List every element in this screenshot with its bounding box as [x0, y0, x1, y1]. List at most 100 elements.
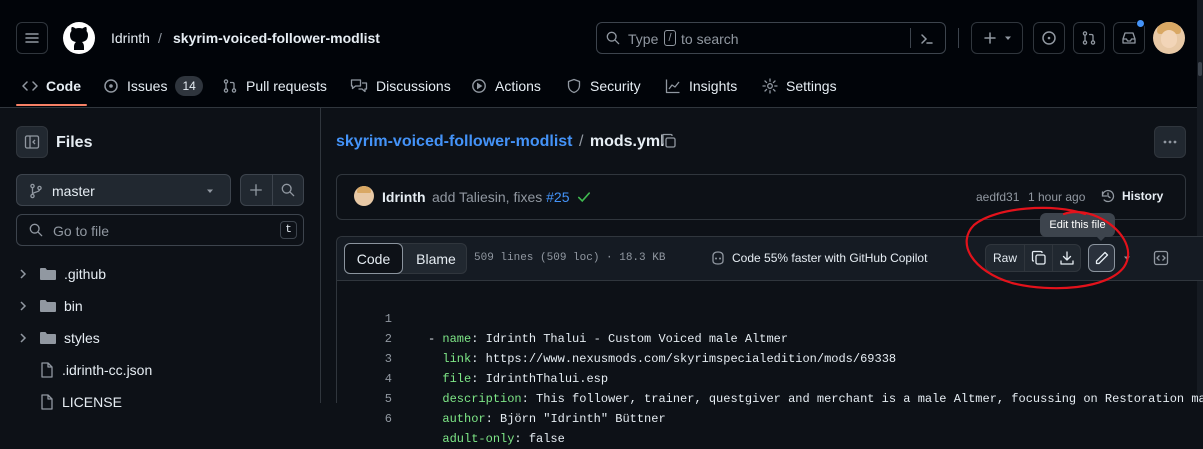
add-file-button[interactable] — [240, 174, 272, 206]
chevron-right-icon — [20, 269, 27, 279]
tab-security[interactable]: Security — [566, 66, 641, 106]
commit-sha[interactable]: aedfd31 — [976, 190, 1019, 204]
folder-icon — [40, 300, 56, 312]
yaml-key: author — [442, 412, 486, 426]
tab-discussions-label: Discussions — [376, 78, 451, 94]
check-icon[interactable] — [577, 190, 591, 204]
tree-item-license[interactable]: LICENSE — [16, 386, 122, 418]
plus-icon — [984, 32, 996, 44]
plus-icon — [250, 184, 262, 196]
yaml-value: Björn "Idrinth" Büttner — [492, 412, 666, 426]
search-files-button[interactable] — [272, 174, 304, 206]
symbols-panel-button[interactable] — [1146, 244, 1176, 272]
kebab-horizontal-icon — [1163, 140, 1177, 144]
tab-actions-label: Actions — [495, 78, 541, 94]
commit-issue-link[interactable]: #25 — [546, 189, 569, 205]
search-icon — [29, 223, 43, 237]
avatar[interactable] — [1153, 22, 1185, 54]
copilot-icon — [712, 251, 724, 265]
tab-insights[interactable]: Insights — [665, 66, 737, 106]
code-line: 4 description: This follower, trainer, q… — [336, 349, 1203, 406]
tab-issues[interactable]: Issues 14 — [103, 66, 203, 106]
branch-name: master — [52, 183, 95, 199]
menu-button[interactable] — [16, 22, 48, 54]
tree-item-idrinth-cc-json[interactable]: .idrinth-cc.json — [16, 354, 152, 386]
gear-icon — [762, 78, 778, 94]
breadcrumb-owner[interactable]: Idrinth — [111, 30, 150, 46]
branch-selector[interactable]: master — [16, 174, 231, 206]
go-to-file-shortcut: t — [280, 221, 297, 239]
collapse-sidebar-button[interactable] — [16, 126, 48, 158]
github-logo-icon[interactable] — [63, 22, 95, 54]
git-pull-request-icon — [1082, 31, 1096, 45]
git-branch-icon — [30, 183, 42, 199]
tree-item-label: styles — [64, 330, 100, 346]
inbox-icon — [1122, 32, 1136, 44]
issue-opened-icon — [1042, 31, 1056, 45]
file-stats: 509 lines (509 loc) · 18.3 KB — [474, 252, 666, 264]
commit-author[interactable]: Idrinth — [382, 189, 426, 205]
issues-count-badge: 14 — [175, 76, 203, 96]
commit-author-avatar[interactable] — [354, 186, 374, 206]
annotation-circle — [965, 206, 1130, 290]
history-label: History — [1122, 189, 1164, 203]
tab-blame-view[interactable]: Blame — [405, 243, 467, 274]
tab-discussions[interactable]: Discussions — [350, 66, 451, 106]
breadcrumb-repo-link[interactable]: skyrim-voiced-follower-modlist — [336, 133, 573, 150]
file-breadcrumb: skyrim-voiced-follower-modlist / mods.ym… — [336, 133, 665, 151]
tree-item-styles-folder[interactable]: styles — [16, 322, 100, 354]
code-line: 6 adult-only: false — [336, 389, 1203, 446]
file-icon — [41, 362, 53, 378]
go-to-file-input[interactable]: Go to file t — [16, 214, 304, 246]
file-icon — [41, 394, 53, 410]
pull-requests-button[interactable] — [1073, 22, 1105, 54]
line-number[interactable]: 6 — [336, 409, 392, 429]
tab-settings[interactable]: Settings — [762, 66, 837, 106]
tab-code-view-label: Code — [356, 250, 391, 267]
commit-time: 1 hour ago — [1028, 190, 1086, 204]
tab-code-view[interactable]: Code — [344, 243, 403, 274]
folder-icon — [40, 268, 56, 280]
page-scrollbar-thumb[interactable] — [1198, 62, 1202, 76]
breadcrumb-file: mods.yml — [589, 133, 665, 150]
tab-code-underline — [16, 104, 87, 106]
tab-security-label: Security — [590, 78, 641, 94]
tree-item-label: bin — [64, 298, 83, 314]
code-line: 5 author: Björn "Idrinth" Büttner — [336, 369, 1203, 426]
tab-blame-view-label: Blame — [416, 250, 456, 267]
search-slash-key: / — [664, 30, 676, 46]
tab-code[interactable]: Code — [22, 66, 81, 106]
tab-pull-requests-label: Pull requests — [246, 78, 327, 94]
command-palette-divider — [910, 28, 911, 48]
chevron-right-icon — [20, 301, 27, 311]
tab-code-label: Code — [46, 78, 81, 94]
command-palette-icon[interactable] — [919, 31, 935, 47]
chevron-right-icon — [20, 333, 27, 343]
code-line: 3 file: IdrinthThalui.esp — [336, 329, 1203, 386]
search-placeholder: Type — [628, 31, 659, 47]
tab-issues-label: Issues — [127, 78, 168, 94]
search-placeholder-rest: to search — [681, 31, 739, 47]
caret-down-icon — [207, 189, 213, 193]
copy-path-icon[interactable] — [661, 133, 677, 149]
history-button[interactable]: History — [1100, 188, 1163, 204]
code-icon — [22, 81, 38, 91]
tab-actions[interactable]: Actions — [471, 66, 541, 106]
tree-item-github-folder[interactable]: .github — [16, 258, 106, 290]
more-options-button[interactable] — [1154, 126, 1186, 158]
tree-item-bin-folder[interactable]: bin — [16, 290, 83, 322]
tree-item-label: .github — [64, 266, 107, 282]
commit-message-text[interactable]: add Taliesin, fixes — [432, 189, 542, 205]
go-to-file-placeholder: Go to file — [53, 223, 110, 239]
sidebar-title: Files — [56, 134, 93, 151]
search-input[interactable]: Type / to search — [596, 22, 946, 54]
issues-button[interactable] — [1033, 22, 1065, 54]
create-new-button[interactable] — [971, 22, 1023, 54]
breadcrumb-repo[interactable]: skyrim-voiced-follower-modlist — [173, 30, 380, 46]
tab-pull-requests[interactable]: Pull requests — [222, 66, 327, 106]
copilot-promo[interactable]: Code 55% faster with GitHub Copilot — [710, 250, 927, 266]
notification-dot — [1136, 19, 1145, 28]
comment-discussion-icon — [350, 79, 368, 93]
play-icon — [472, 79, 486, 93]
hamburger-icon — [25, 33, 39, 43]
